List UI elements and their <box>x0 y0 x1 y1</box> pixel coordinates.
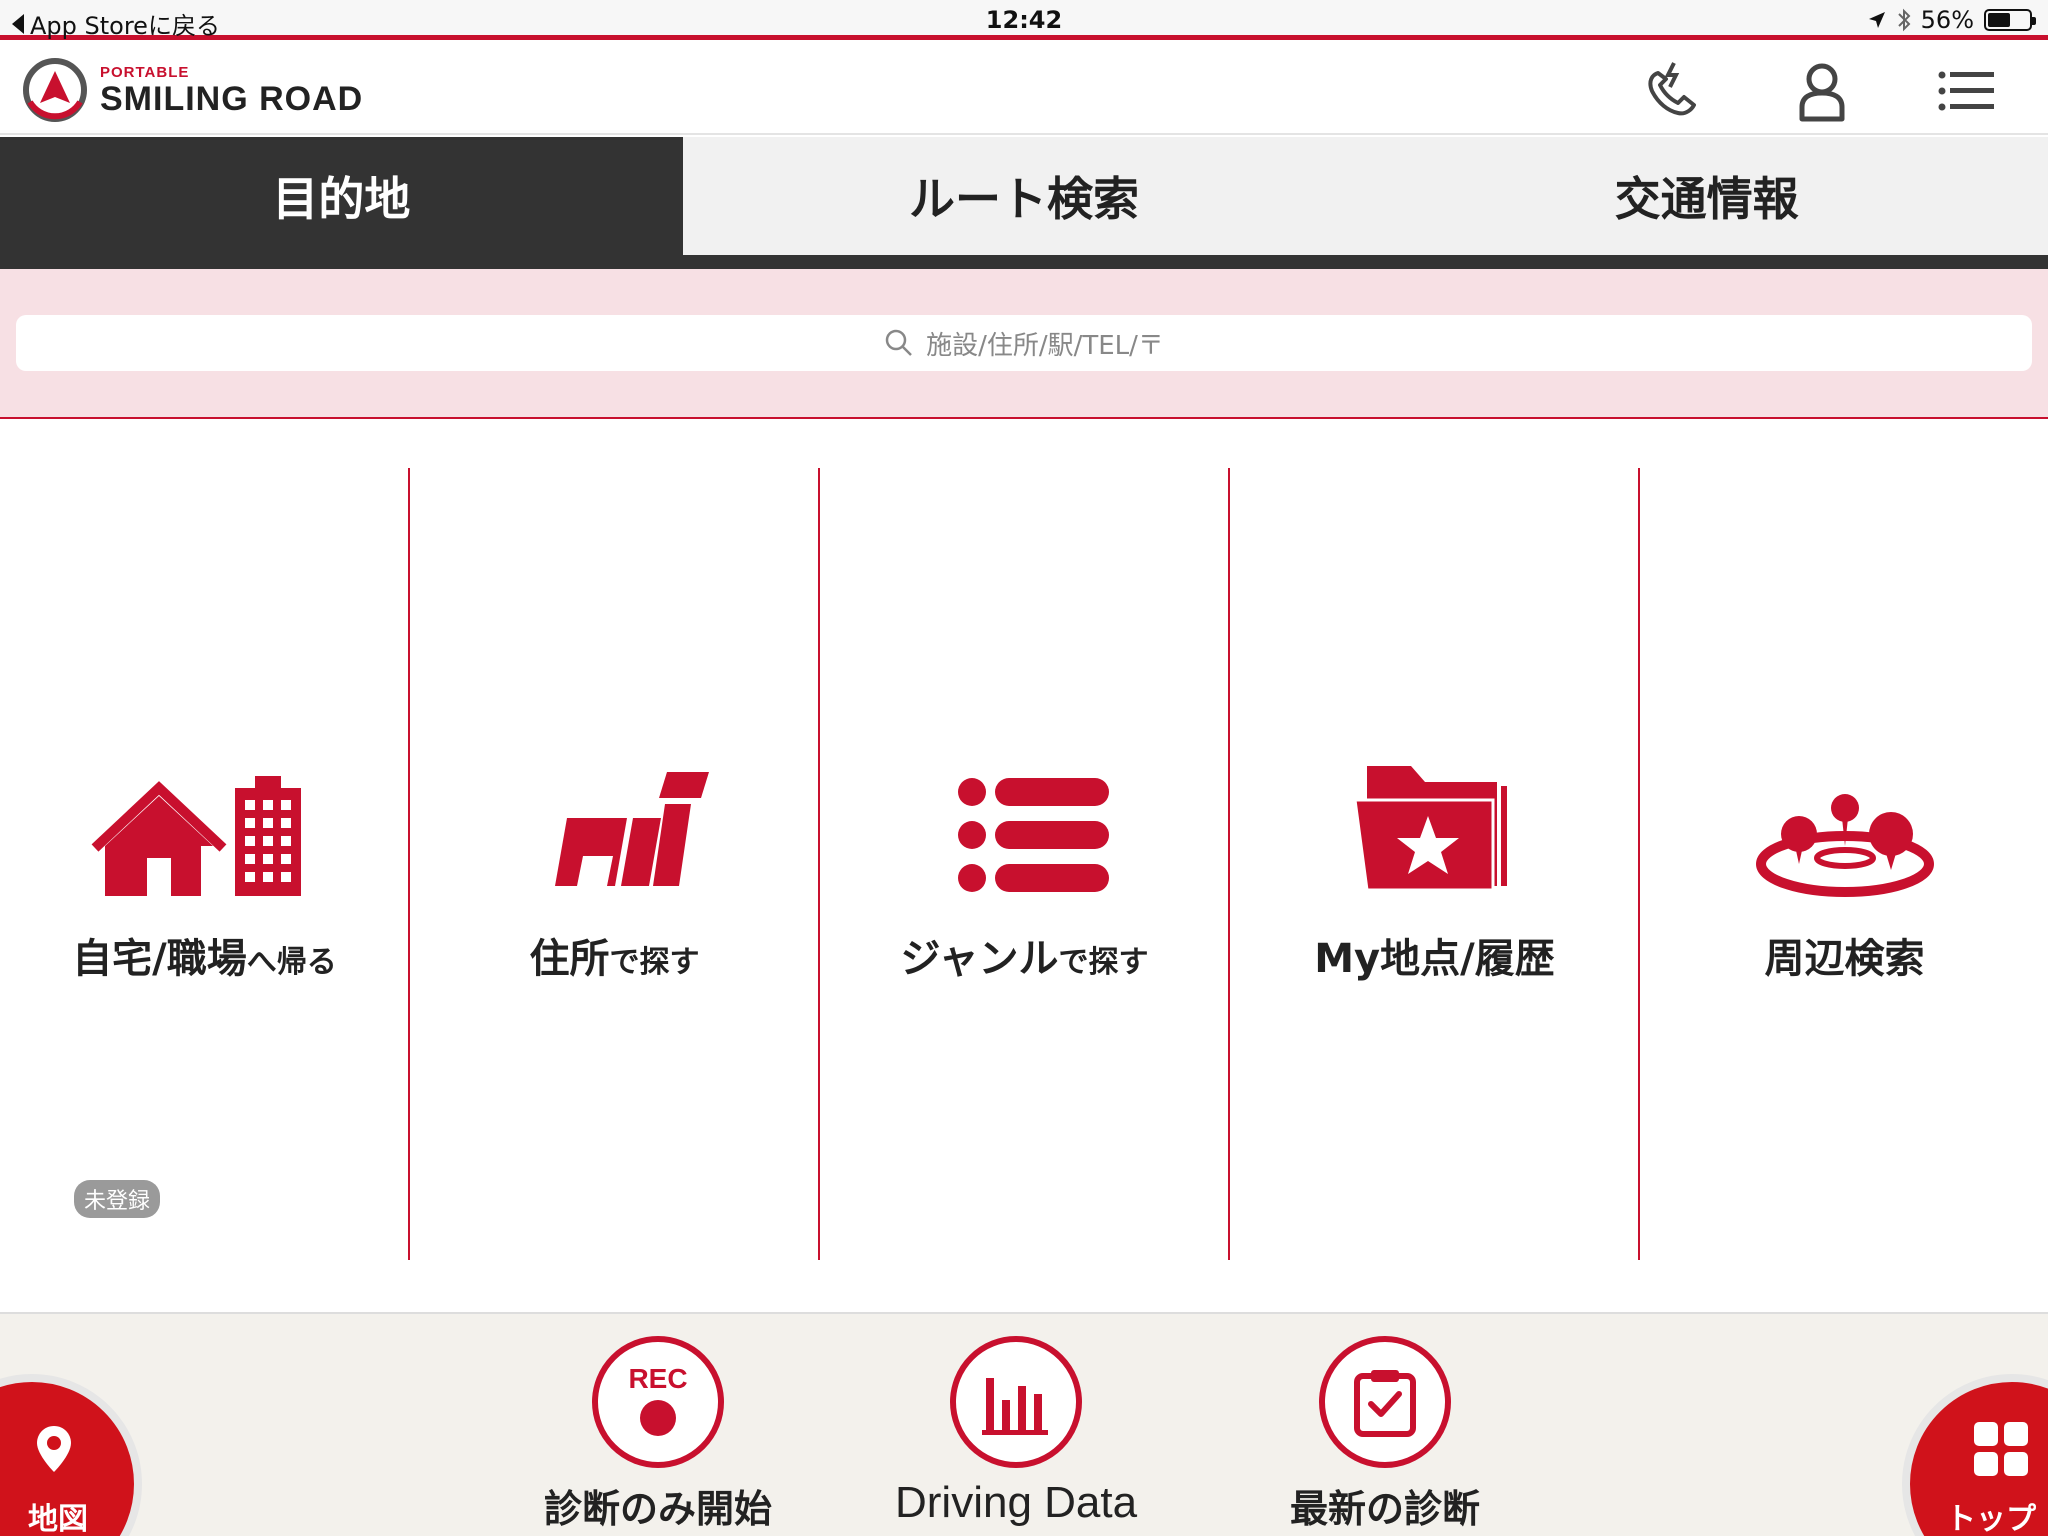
map-label: 地図 <box>28 1502 88 1536</box>
menu-nearby-search[interactable]: 周辺検索 <box>1640 420 2048 1310</box>
app-header: PORTABLE SMILING ROAD <box>0 45 2048 135</box>
tab-route-search[interactable]: ルート検索 <box>683 137 1366 255</box>
user-icon[interactable] <box>1790 59 1854 123</box>
menu-address-search[interactable]: 住所で探す <box>410 420 819 1310</box>
driving-data-button[interactable]: Driving Data <box>895 1336 1137 1528</box>
latest-diagnosis-label: 最新の診断 <box>1290 1487 1481 1531</box>
home-label-main: 自宅/職場 <box>72 936 247 982</box>
rec-icon-text: REC <box>628 1363 687 1394</box>
my-point-label: My地点/履歴 <box>1314 936 1555 982</box>
menu-my-point-history[interactable]: My地点/履歴 <box>1230 420 1639 1310</box>
map-pin-icon <box>37 1426 71 1472</box>
driving-data-label: Driving Data <box>895 1478 1138 1527</box>
home-label-small: へ帰る <box>246 945 337 980</box>
logo-mark-icon <box>23 58 87 122</box>
phone-icon[interactable] <box>1640 59 1704 123</box>
tab-destination[interactable]: 目的地 <box>0 137 683 255</box>
status-bar: App Storeに戻る 12:42 56% <box>0 0 2048 40</box>
search-input[interactable]: 施設/住所/駅/TEL/〒 <box>16 315 2032 371</box>
search-placeholder: 施設/住所/駅/TEL/〒 <box>926 330 1164 361</box>
top-label: トップ <box>1946 1502 2036 1536</box>
nearby-pins-icon <box>1755 794 1934 897</box>
address-label-main: 住所 <box>529 936 610 982</box>
genre-list-icon <box>957 778 1109 892</box>
battery-percent: 56% <box>1920 6 1974 34</box>
logo-sub: PORTABLE <box>100 63 190 81</box>
app-logo: PORTABLE SMILING ROAD <box>22 57 363 123</box>
unregistered-badge: 未登録 <box>74 1180 161 1218</box>
tab-underline <box>0 255 2048 269</box>
bluetooth-icon <box>1897 8 1911 32</box>
menu-home-work[interactable]: 自宅/職場へ帰る <box>0 420 409 1310</box>
tab-traffic-info[interactable]: 交通情報 <box>1365 137 2048 255</box>
main-tabs: 目的地 ルート検索 交通情報 <box>0 137 2048 255</box>
search-icon <box>885 329 912 356</box>
home-building-icon <box>91 776 301 896</box>
genre-label-small: で探す <box>1058 945 1149 980</box>
menu-genre-search[interactable]: ジャンルで探す <box>820 420 1229 1310</box>
menu-list-icon[interactable] <box>1934 59 1998 123</box>
genre-label-main: ジャンル <box>900 936 1059 982</box>
bar-chart-icon <box>982 1378 1049 1435</box>
start-diagnosis-button[interactable]: REC 診断のみ開始 <box>544 1336 772 1533</box>
start-diagnosis-label: 診断のみ開始 <box>544 1487 773 1531</box>
nearby-label: 周辺検索 <box>1764 936 1925 982</box>
clipboard-check-icon <box>1354 1370 1416 1437</box>
address-label-small: で探す <box>609 945 700 980</box>
location-arrow-icon <box>1868 12 1885 28</box>
destination-menu: 自宅/職場へ帰る 未登録 住所で探す ジャンルで探す My地点/履歴 周辺検索 <box>0 420 2048 1310</box>
address-blocks-icon <box>554 772 709 886</box>
status-time: 12:42 <box>985 6 1063 34</box>
latest-diagnosis-button[interactable]: 最新の診断 <box>1290 1336 1480 1533</box>
battery-icon <box>1984 9 2036 31</box>
search-area: 施設/住所/駅/TEL/〒 <box>0 269 2048 419</box>
star-folder-icon <box>1352 766 1507 892</box>
rec-icon: REC <box>628 1363 688 1436</box>
grid-icon <box>1974 1422 2028 1476</box>
logo-main: SMILING ROAD <box>100 79 364 118</box>
